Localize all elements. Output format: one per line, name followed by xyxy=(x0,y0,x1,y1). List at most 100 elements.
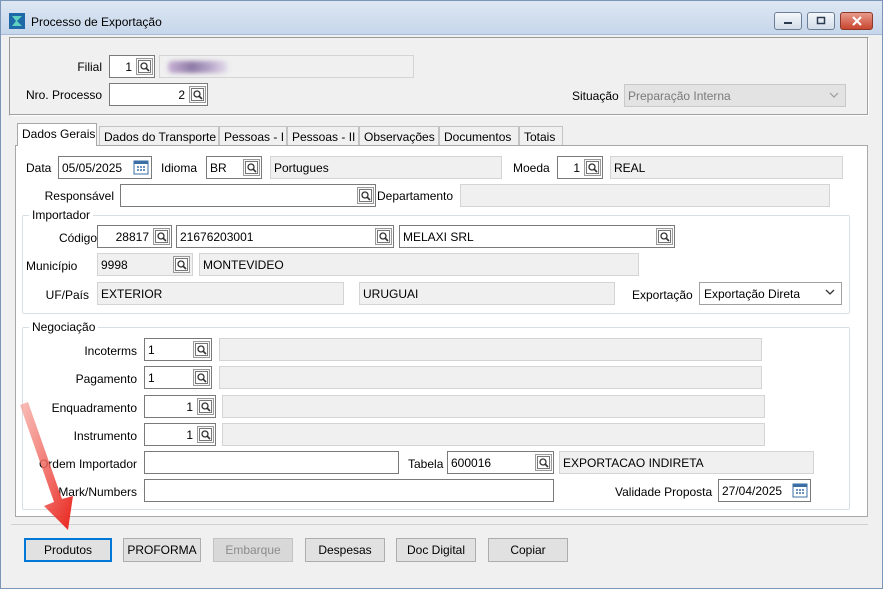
validade-proposta-label: Validade Proposta xyxy=(615,485,713,499)
exportacao-select[interactable]: Exportação Direta xyxy=(699,282,842,305)
mark-numbers-input[interactable] xyxy=(144,479,554,502)
documento-lookup-button[interactable] xyxy=(375,228,392,245)
idioma-lookup-button[interactable] xyxy=(243,159,260,176)
moeda-lookup-button[interactable] xyxy=(584,159,601,176)
tab-documentos[interactable]: Documentos xyxy=(439,126,519,146)
municipio-lookup-button[interactable] xyxy=(173,256,190,273)
pagamento-description xyxy=(219,366,762,389)
tabela-description: EXPORTACAO INDIRETA xyxy=(559,451,814,474)
tab-totais[interactable]: Totais xyxy=(519,126,563,146)
pagamento-label: Pagamento xyxy=(75,372,137,386)
chevron-down-icon xyxy=(829,92,839,98)
instrumento-lookup-button[interactable] xyxy=(197,426,214,443)
ordem-importador-label: Ordem Importador xyxy=(38,457,137,471)
minimize-icon xyxy=(784,22,792,24)
tab-dados-gerais[interactable]: Dados Gerais xyxy=(17,123,97,146)
filial-name-display xyxy=(159,55,414,78)
window-title: Processo de Exportação xyxy=(31,15,162,29)
departamento-display xyxy=(460,184,830,207)
pagamento-lookup-button[interactable] xyxy=(193,369,210,386)
responsavel-input[interactable] xyxy=(120,184,376,207)
title-bar[interactable]: Processo de Exportação xyxy=(1,1,882,35)
magnifier-icon xyxy=(175,258,188,271)
magnifier-icon xyxy=(195,343,208,356)
maximize-button[interactable] xyxy=(807,12,835,30)
exportacao-value: Exportação Direta xyxy=(704,287,801,301)
magnifier-icon xyxy=(658,230,671,243)
maximize-icon xyxy=(816,16,826,25)
negociacao-title: Negociação xyxy=(29,320,99,334)
proforma-button[interactable]: PROFORMA xyxy=(123,538,201,562)
tabela-lookup-button[interactable] xyxy=(535,454,552,471)
magnifier-icon xyxy=(245,161,258,174)
moeda-label: Moeda xyxy=(513,161,550,175)
embarque-button[interactable]: Embarque xyxy=(213,538,293,562)
magnifier-icon xyxy=(199,428,212,441)
window-content: Filial 1 Nro. Processo 2 Situação Prepar… xyxy=(9,37,876,585)
tab-observacoes[interactable]: Observações xyxy=(359,126,439,146)
negociacao-group: Negociação Incoterms 1 Pagamento 1 Enqua… xyxy=(22,320,850,510)
doc-digital-button[interactable]: Doc Digital xyxy=(396,538,476,562)
magnifier-icon xyxy=(195,371,208,384)
magnifier-icon xyxy=(155,230,168,243)
calendar-icon[interactable] xyxy=(133,159,149,175)
app-icon xyxy=(9,13,25,29)
pais-display: URUGUAI xyxy=(359,282,615,305)
municipio-description: MONTEVIDEO xyxy=(199,253,639,276)
enquadramento-lookup-button[interactable] xyxy=(197,398,214,415)
magnifier-icon xyxy=(586,161,599,174)
nro-processo-label: Nro. Processo xyxy=(25,88,102,102)
situacao-label: Situação xyxy=(572,89,619,103)
responsavel-label: Responsável xyxy=(44,189,114,203)
importador-title: Importador xyxy=(29,208,94,222)
close-button[interactable] xyxy=(840,12,873,30)
chevron-down-icon xyxy=(825,289,835,295)
filial-label: Filial xyxy=(77,60,102,74)
instrumento-description xyxy=(222,423,765,446)
magnifier-icon xyxy=(359,189,372,202)
data-label: Data xyxy=(26,161,52,175)
situacao-value: Preparação Interna xyxy=(628,89,731,103)
tab-pessoas-ii[interactable]: Pessoas - II xyxy=(287,126,359,146)
importador-nome-input[interactable]: MELAXI SRL xyxy=(399,225,675,248)
codigo-lookup-button[interactable] xyxy=(153,228,170,245)
ordem-importador-input[interactable] xyxy=(144,451,399,474)
situacao-select: Preparação Interna xyxy=(624,84,846,107)
export-process-window: Processo de Exportação Filial 1 Nro. Pro… xyxy=(0,0,883,589)
magnifier-icon xyxy=(191,88,204,101)
magnifier-icon xyxy=(537,456,550,469)
action-button-bar: Produtos PROFORMA Embarque Despesas Doc … xyxy=(11,524,868,570)
documento-input[interactable]: 21676203001 xyxy=(176,225,394,248)
despesas-button[interactable]: Despesas xyxy=(305,538,385,562)
magnifier-icon xyxy=(199,400,212,413)
uf-display: EXTERIOR xyxy=(97,282,344,305)
header-panel: Filial 1 Nro. Processo 2 Situação Prepar… xyxy=(9,37,869,116)
nro-processo-lookup-button[interactable] xyxy=(189,86,206,103)
enquadramento-description xyxy=(222,395,765,418)
enquadramento-label: Enquadramento xyxy=(51,401,137,415)
instrumento-label: Instrumento xyxy=(73,429,137,443)
filial-lookup-button[interactable] xyxy=(136,58,153,75)
redacted-filial-name xyxy=(168,61,228,73)
tabela-label: Tabela xyxy=(408,457,444,471)
uf-pais-label: UF/País xyxy=(45,288,89,302)
produtos-button[interactable]: Produtos xyxy=(24,538,112,562)
responsavel-lookup-button[interactable] xyxy=(357,187,374,204)
mark-numbers-label: Mark/Numbers xyxy=(58,485,137,499)
incoterms-description xyxy=(219,338,762,361)
magnifier-icon xyxy=(138,60,151,73)
codigo-label: Código xyxy=(58,231,97,245)
close-icon xyxy=(851,16,862,26)
idioma-description: Portugues xyxy=(270,156,502,179)
magnifier-icon xyxy=(377,230,390,243)
tab-dados-do-transporte[interactable]: Dados do Transporte xyxy=(99,126,219,146)
incoterms-lookup-button[interactable] xyxy=(193,341,210,358)
municipio-label: Município xyxy=(26,259,78,273)
copiar-button[interactable]: Copiar xyxy=(488,538,568,562)
importador-nome-lookup-button[interactable] xyxy=(656,228,673,245)
dados-gerais-page: Data 05/05/2025 Idioma BR Portugues Moed… xyxy=(15,145,868,517)
minimize-button[interactable] xyxy=(774,12,802,30)
departamento-label: Departamento xyxy=(377,189,454,203)
calendar-icon[interactable] xyxy=(792,482,808,498)
tab-pessoas-i[interactable]: Pessoas - I xyxy=(219,126,287,146)
